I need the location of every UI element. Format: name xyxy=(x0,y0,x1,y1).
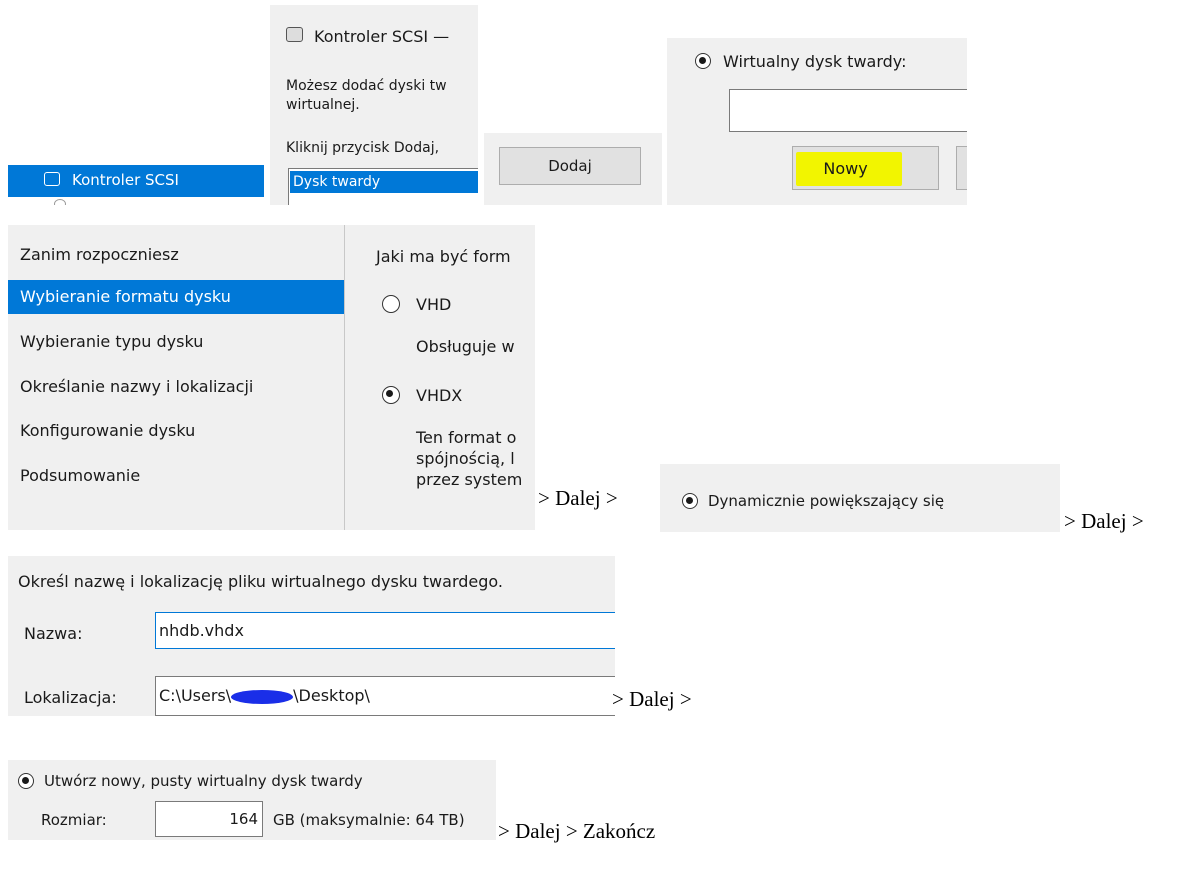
connector-next-1: > Dalej > xyxy=(538,486,618,510)
name-field-value: nhdb.vhdx xyxy=(159,621,244,640)
list-item-label: Dysk twardy xyxy=(293,174,381,190)
size-unit-label: GB (maksymalnie: 64 TB) xyxy=(273,811,465,829)
configure-disk-crop: Utwórz nowy, pusty wirtualny dysk twardy… xyxy=(8,760,496,840)
size-label: Rozmiar: xyxy=(41,811,107,829)
sidebar-item-scsi-controller[interactable]: Kontroler SCSI xyxy=(8,165,264,197)
dynamic-disk-radio[interactable] xyxy=(682,493,698,509)
vhdx-radio[interactable] xyxy=(382,386,400,404)
wizard-nav-choose-format[interactable]: Wybieranie formatu dysku xyxy=(8,280,344,314)
wizard-nav-choose-type[interactable]: Wybieranie typu dysku xyxy=(20,332,203,351)
wizard-nav-name-location[interactable]: Określanie nazwy i lokalizacji xyxy=(20,377,253,396)
vhdx-option-description: Ten format o xyxy=(416,428,517,447)
wizard-format-crop: Zanim rozpoczniesz Wybieranie formatu dy… xyxy=(8,225,535,530)
disk-type-crop: Dynamicznie powiększający się xyxy=(660,464,1060,532)
scsi-dialog-crop: Kontroler SCSI — Możesz dodać dyski tw w… xyxy=(270,5,478,205)
device-list[interactable]: Dysk twardy xyxy=(288,168,478,205)
name-field[interactable]: nhdb.vhdx xyxy=(155,612,615,649)
dynamic-disk-label: Dynamicznie powiększający się xyxy=(708,492,945,510)
wizard-nav-before-you-begin[interactable]: Zanim rozpoczniesz xyxy=(20,245,179,264)
vhd-radio[interactable] xyxy=(382,295,400,313)
next-button-partial[interactable] xyxy=(956,146,967,190)
vhd-option-label: VHD xyxy=(416,295,452,314)
name-label: Nazwa: xyxy=(24,624,83,643)
location-field[interactable]: C:\Users\ \Desktop\ xyxy=(155,676,615,716)
scsi-sidebar-crop: Kontroler SCSI xyxy=(8,160,264,205)
wizard-nav-configure-disk[interactable]: Konfigurowanie dysku xyxy=(20,421,195,440)
wizard-nav-summary[interactable]: Podsumowanie xyxy=(20,466,140,485)
new-blank-disk-radio[interactable] xyxy=(18,773,34,789)
location-label: Lokalizacja: xyxy=(24,688,117,707)
vhdx-option-description-3: przez system xyxy=(416,470,523,489)
name-location-heading: Określ nazwę i lokalizację pliku wirtual… xyxy=(18,572,503,591)
virtual-disk-crop: Wirtualny dysk twardy: Nowy xyxy=(667,38,967,205)
dialog-description-cont: wirtualnej. xyxy=(286,97,360,113)
dialog-hint: Kliknij przycisk Dodaj, xyxy=(286,140,440,156)
wizard-nav: Zanim rozpoczniesz Wybieranie formatu dy… xyxy=(8,225,344,530)
location-suffix: \Desktop\ xyxy=(293,686,370,705)
connector-final: > Dalej > Zakończ xyxy=(498,819,656,843)
location-prefix: C:\Users\ xyxy=(159,686,232,705)
virtual-disk-radio[interactable] xyxy=(695,53,711,69)
location-field-value: C:\Users\ \Desktop\ xyxy=(159,686,370,705)
wizard-nav-label: Wybieranie formatu dysku xyxy=(20,287,231,306)
add-button-label: Dodaj xyxy=(548,157,592,175)
virtual-disk-path-input[interactable] xyxy=(729,89,967,132)
add-button-crop: Dodaj xyxy=(484,133,662,205)
new-button[interactable]: Nowy xyxy=(792,146,939,190)
size-field[interactable]: 164 xyxy=(155,801,263,837)
vhdx-option-description-2: spójnością, l xyxy=(416,449,515,468)
scsi-controller-icon xyxy=(44,172,60,186)
wizard-divider xyxy=(344,225,345,530)
name-location-crop: Określ nazwę i lokalizację pliku wirtual… xyxy=(8,556,615,716)
vhdx-option-label: VHDX xyxy=(416,386,463,405)
list-item-hard-disk[interactable]: Dysk twardy xyxy=(290,171,478,193)
dialog-title: Kontroler SCSI — xyxy=(314,27,450,46)
gear-icon xyxy=(54,199,66,205)
connector-next-2: > Dalej > xyxy=(1064,509,1144,533)
scsi-controller-icon xyxy=(286,27,303,42)
size-field-value: 164 xyxy=(229,810,258,828)
dialog-description: Możesz dodać dyski tw xyxy=(286,78,447,94)
new-blank-disk-label: Utwórz nowy, pusty wirtualny dysk twardy xyxy=(44,772,363,790)
vhd-option-description: Obsługuje w xyxy=(416,337,515,356)
format-question: Jaki ma być form xyxy=(376,247,511,266)
new-button-label: Nowy xyxy=(823,158,868,178)
virtual-disk-label: Wirtualny dysk twardy: xyxy=(723,52,907,71)
connector-next-3: > Dalej > xyxy=(612,687,692,711)
username-redaction xyxy=(231,689,294,704)
sidebar-item-label: Kontroler SCSI xyxy=(72,171,179,189)
add-button[interactable]: Dodaj xyxy=(499,147,641,185)
